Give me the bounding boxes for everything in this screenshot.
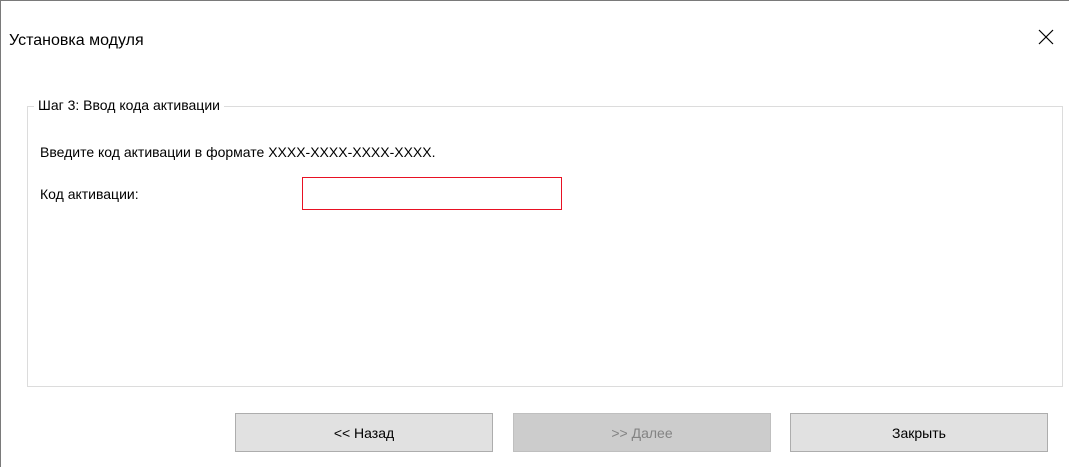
activation-code-input[interactable] xyxy=(302,177,562,210)
step-legend: Шаг 3: Ввод кода активации xyxy=(34,97,224,114)
window-title: Установка модуля xyxy=(9,32,144,49)
close-window-button[interactable] xyxy=(1023,19,1069,55)
close-icon xyxy=(1038,29,1054,45)
title-bar[interactable]: Установка модуля xyxy=(1,1,1069,81)
next-button[interactable]: >> Далее xyxy=(513,413,771,452)
activation-code-label: Код активации: xyxy=(40,186,139,202)
module-install-dialog: Установка модуля Шаг 3: Ввод кода актива… xyxy=(0,0,1069,467)
instruction-text: Введите код активации в формате XXXX-XXX… xyxy=(40,144,436,160)
close-button[interactable]: Закрыть xyxy=(790,413,1048,452)
back-button[interactable]: << Назад xyxy=(235,413,493,452)
